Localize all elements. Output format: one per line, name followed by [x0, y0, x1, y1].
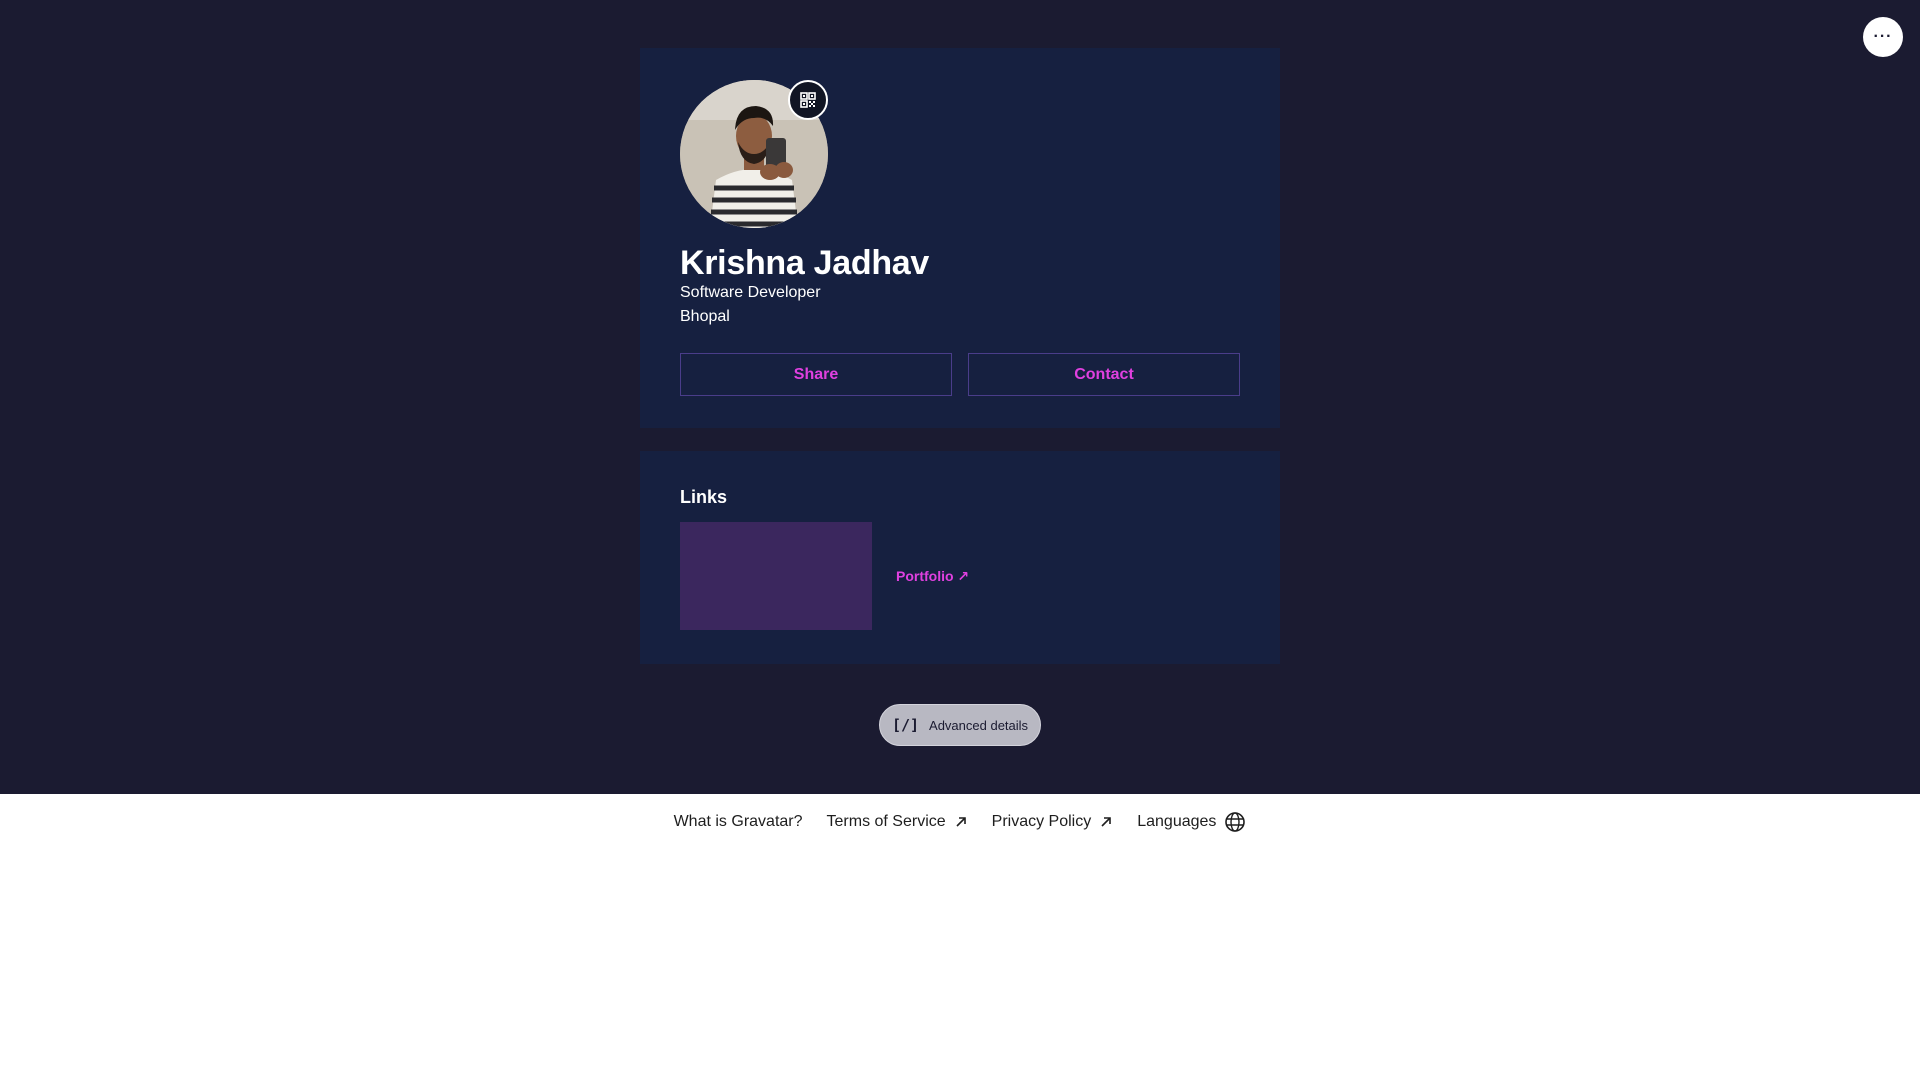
- footer: What is Gravatar? Terms of Service Priva…: [0, 794, 1920, 850]
- qr-code-icon: [800, 92, 816, 108]
- footer-link-what-is-gravatar[interactable]: What is Gravatar?: [674, 813, 803, 831]
- footer-link-label: Terms of Service: [826, 813, 946, 830]
- advanced-details-label: Advanced details: [929, 717, 1029, 733]
- footer-link-privacy[interactable]: Privacy Policy: [992, 813, 1114, 831]
- profile-job-title: Software Developer: [680, 284, 821, 301]
- link-thumbnail[interactable]: [680, 522, 872, 630]
- profile-card: Krishna Jadhav Software Developer Bhopal…: [640, 48, 1280, 428]
- contact-button[interactable]: Contact: [968, 353, 1240, 396]
- footer-link-label: Languages: [1137, 813, 1217, 830]
- external-arrow-icon: [1099, 815, 1113, 829]
- external-arrow-icon: [954, 815, 968, 829]
- more-options-button[interactable]: ···: [1863, 17, 1903, 57]
- links-heading: Links: [680, 487, 728, 507]
- footer-link-label: Privacy Policy: [991, 813, 1092, 830]
- more-horizontal-icon: ···: [1873, 28, 1893, 45]
- code-brackets-icon: [/]: [891, 716, 920, 734]
- profile-location: Bhopal: [680, 308, 730, 325]
- avatar-container: [680, 80, 828, 228]
- footer-link-terms[interactable]: Terms of Service: [827, 813, 968, 831]
- advanced-details-button[interactable]: [/] Advanced details: [879, 704, 1041, 746]
- globe-icon: [1224, 811, 1246, 833]
- footer-link-languages[interactable]: Languages: [1137, 811, 1246, 833]
- footer-link-label: What is Gravatar?: [673, 813, 803, 830]
- qr-code-button[interactable]: [788, 80, 828, 120]
- share-button[interactable]: Share: [680, 353, 952, 396]
- profile-name: Krishna Jadhav: [680, 244, 930, 282]
- link-portfolio[interactable]: Portfolio ↗: [896, 568, 969, 585]
- links-card: Links Portfolio ↗: [640, 451, 1280, 664]
